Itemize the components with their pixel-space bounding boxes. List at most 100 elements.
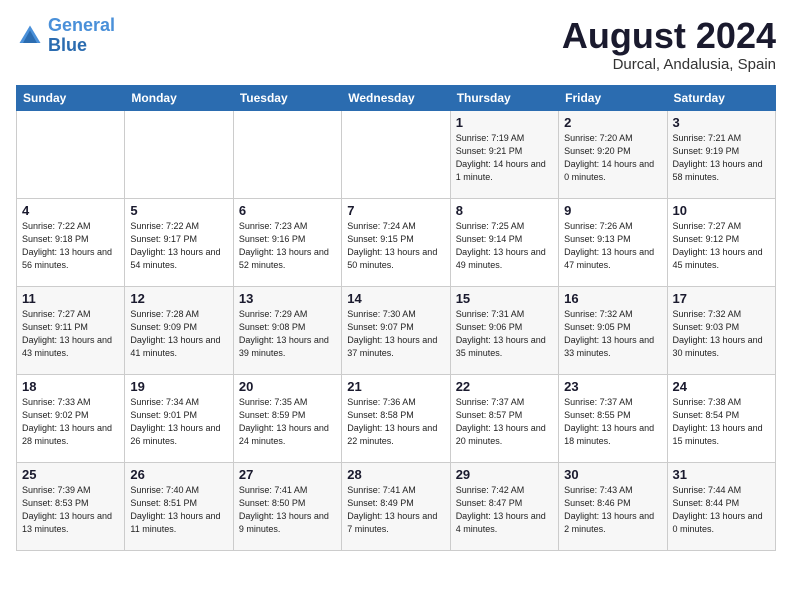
calendar-cell-w4d0: 25 Sunrise: 7:39 AM Sunset: 8:53 PM Dayli…: [17, 462, 125, 550]
day-number: 16: [564, 291, 661, 306]
day-number: 23: [564, 379, 661, 394]
calendar-cell-w2d4: 15Sunrise: 7:31 AM Sunset: 9:06 PM Dayli…: [450, 286, 558, 374]
calendar-cell-w2d3: 14Sunrise: 7:30 AM Sunset: 9:07 PM Dayli…: [342, 286, 450, 374]
day-info: Sunrise: 7:36 AM Sunset: 8:58 PM Dayligh…: [347, 396, 444, 448]
day-info: Sunrise: 7:38 AM Sunset: 8:54 PM Dayligh…: [673, 396, 770, 448]
day-info: Sunrise: 7:22 AM Sunset: 9:18 PM Dayligh…: [22, 220, 119, 272]
day-info: Sunrise: 7:23 AM Sunset: 9:16 PM Dayligh…: [239, 220, 336, 272]
weekday-header-monday: Monday: [125, 85, 233, 110]
day-info: Sunrise: 7:22 AM Sunset: 9:17 PM Dayligh…: [130, 220, 227, 272]
day-info: Sunrise: 7:32 AM Sunset: 9:05 PM Dayligh…: [564, 308, 661, 360]
calendar-cell-w1d4: 8 Sunrise: 7:25 AM Sunset: 9:14 PM Daylig…: [450, 198, 558, 286]
day-number: 25: [22, 467, 119, 482]
logo: General Blue: [16, 16, 115, 56]
day-info: Sunrise: 7:24 AM Sunset: 9:15 PM Dayligh…: [347, 220, 444, 272]
day-number: 1: [456, 115, 553, 130]
day-info: Sunrise: 7:39 AM Sunset: 8:53 PM Dayligh…: [22, 484, 119, 536]
day-number: 14: [347, 291, 444, 306]
day-number: 7: [347, 203, 444, 218]
calendar-cell-w0d5: 2 Sunrise: 7:20 AM Sunset: 9:20 PM Daylig…: [559, 110, 667, 198]
calendar-cell-w1d6: 10 Sunrise: 7:27 AM Sunset: 9:12 PM Dayli…: [667, 198, 775, 286]
calendar-cell-w3d3: 21 Sunrise: 7:36 AM Sunset: 8:58 PM Dayli…: [342, 374, 450, 462]
day-number: 22: [456, 379, 553, 394]
day-number: 31: [673, 467, 770, 482]
day-number: 6: [239, 203, 336, 218]
calendar-cell-w2d5: 16 Sunrise: 7:32 AM Sunset: 9:05 PM Dayli…: [559, 286, 667, 374]
day-info: Sunrise: 7:41 AM Sunset: 8:49 PM Dayligh…: [347, 484, 444, 536]
calendar-cell-w4d6: 31Sunrise: 7:44 AM Sunset: 8:44 PM Dayli…: [667, 462, 775, 550]
location: Durcal, Andalusia, Spain: [562, 56, 776, 73]
calendar-cell-w4d4: 29 Sunrise: 7:42 AM Sunset: 8:47 PM Dayli…: [450, 462, 558, 550]
day-number: 17: [673, 291, 770, 306]
weekday-header-tuesday: Tuesday: [233, 85, 341, 110]
day-info: Sunrise: 7:21 AM Sunset: 9:19 PM Dayligh…: [673, 132, 770, 184]
day-info: Sunrise: 7:28 AM Sunset: 9:09 PM Dayligh…: [130, 308, 227, 360]
day-number: 29: [456, 467, 553, 482]
day-number: 3: [673, 115, 770, 130]
calendar-cell-w0d3: [342, 110, 450, 198]
day-number: 15: [456, 291, 553, 306]
day-number: 5: [130, 203, 227, 218]
day-number: 12: [130, 291, 227, 306]
day-info: Sunrise: 7:37 AM Sunset: 8:55 PM Dayligh…: [564, 396, 661, 448]
day-info: Sunrise: 7:35 AM Sunset: 8:59 PM Dayligh…: [239, 396, 336, 448]
day-number: 10: [673, 203, 770, 218]
calendar-cell-w3d6: 24 Sunrise: 7:38 AM Sunset: 8:54 PM Dayli…: [667, 374, 775, 462]
calendar-cell-w2d0: 11Sunrise: 7:27 AM Sunset: 9:11 PM Dayli…: [17, 286, 125, 374]
day-number: 26: [130, 467, 227, 482]
weekday-header-thursday: Thursday: [450, 85, 558, 110]
day-number: 28: [347, 467, 444, 482]
calendar-cell-w4d2: 27 Sunrise: 7:41 AM Sunset: 8:50 PM Dayli…: [233, 462, 341, 550]
day-number: 27: [239, 467, 336, 482]
calendar-cell-w1d3: 7 Sunrise: 7:24 AM Sunset: 9:15 PM Daylig…: [342, 198, 450, 286]
weekday-header-saturday: Saturday: [667, 85, 775, 110]
calendar-cell-w4d3: 28 Sunrise: 7:41 AM Sunset: 8:49 PM Dayli…: [342, 462, 450, 550]
day-number: 30: [564, 467, 661, 482]
day-info: Sunrise: 7:20 AM Sunset: 9:20 PM Dayligh…: [564, 132, 661, 184]
day-info: Sunrise: 7:32 AM Sunset: 9:03 PM Dayligh…: [673, 308, 770, 360]
day-info: Sunrise: 7:34 AM Sunset: 9:01 PM Dayligh…: [130, 396, 227, 448]
calendar-table: SundayMondayTuesdayWednesdayThursdayFrid…: [16, 85, 776, 551]
calendar-cell-w0d2: [233, 110, 341, 198]
day-number: 4: [22, 203, 119, 218]
weekday-header-sunday: Sunday: [17, 85, 125, 110]
calendar-cell-w3d5: 23 Sunrise: 7:37 AM Sunset: 8:55 PM Dayli…: [559, 374, 667, 462]
day-info: Sunrise: 7:42 AM Sunset: 8:47 PM Dayligh…: [456, 484, 553, 536]
calendar-cell-w1d1: 5 Sunrise: 7:22 AM Sunset: 9:17 PM Daylig…: [125, 198, 233, 286]
day-info: Sunrise: 7:41 AM Sunset: 8:50 PM Dayligh…: [239, 484, 336, 536]
logo-icon: [16, 22, 44, 50]
calendar-cell-w2d1: 12 Sunrise: 7:28 AM Sunset: 9:09 PM Dayli…: [125, 286, 233, 374]
calendar-cell-w0d6: 3 Sunrise: 7:21 AM Sunset: 9:19 PM Daylig…: [667, 110, 775, 198]
day-number: 8: [456, 203, 553, 218]
calendar-cell-w4d1: 26Sunrise: 7:40 AM Sunset: 8:51 PM Dayli…: [125, 462, 233, 550]
month-year: August 2024: [562, 16, 776, 56]
day-info: Sunrise: 7:37 AM Sunset: 8:57 PM Dayligh…: [456, 396, 553, 448]
day-number: 2: [564, 115, 661, 130]
calendar-cell-w2d6: 17 Sunrise: 7:32 AM Sunset: 9:03 PM Dayli…: [667, 286, 775, 374]
day-number: 20: [239, 379, 336, 394]
calendar-cell-w3d1: 19Sunrise: 7:34 AM Sunset: 9:01 PM Dayli…: [125, 374, 233, 462]
day-number: 21: [347, 379, 444, 394]
page-header: General Blue August 2024 Durcal, Andalus…: [16, 16, 776, 73]
calendar-cell-w4d5: 30Sunrise: 7:43 AM Sunset: 8:46 PM Dayli…: [559, 462, 667, 550]
day-number: 18: [22, 379, 119, 394]
calendar-cell-w0d4: 1 Sunrise: 7:19 AM Sunset: 9:21 PM Daylig…: [450, 110, 558, 198]
calendar-cell-w1d5: 9Sunrise: 7:26 AM Sunset: 9:13 PM Daylig…: [559, 198, 667, 286]
calendar-cell-w3d4: 22 Sunrise: 7:37 AM Sunset: 8:57 PM Dayli…: [450, 374, 558, 462]
day-info: Sunrise: 7:25 AM Sunset: 9:14 PM Dayligh…: [456, 220, 553, 272]
day-info: Sunrise: 7:27 AM Sunset: 9:11 PM Dayligh…: [22, 308, 119, 360]
day-number: 9: [564, 203, 661, 218]
calendar-cell-w1d0: 4 Sunrise: 7:22 AM Sunset: 9:18 PM Daylig…: [17, 198, 125, 286]
day-info: Sunrise: 7:27 AM Sunset: 9:12 PM Dayligh…: [673, 220, 770, 272]
calendar-cell-w0d1: [125, 110, 233, 198]
day-info: Sunrise: 7:29 AM Sunset: 9:08 PM Dayligh…: [239, 308, 336, 360]
day-number: 24: [673, 379, 770, 394]
calendar-cell-w0d0: [17, 110, 125, 198]
calendar-cell-w3d2: 20 Sunrise: 7:35 AM Sunset: 8:59 PM Dayli…: [233, 374, 341, 462]
weekday-header-friday: Friday: [559, 85, 667, 110]
weekday-header-wednesday: Wednesday: [342, 85, 450, 110]
calendar-cell-w1d2: 6 Sunrise: 7:23 AM Sunset: 9:16 PM Daylig…: [233, 198, 341, 286]
calendar-cell-w3d0: 18Sunrise: 7:33 AM Sunset: 9:02 PM Dayli…: [17, 374, 125, 462]
calendar-cell-w2d2: 13Sunrise: 7:29 AM Sunset: 9:08 PM Dayli…: [233, 286, 341, 374]
day-info: Sunrise: 7:19 AM Sunset: 9:21 PM Dayligh…: [456, 132, 553, 184]
